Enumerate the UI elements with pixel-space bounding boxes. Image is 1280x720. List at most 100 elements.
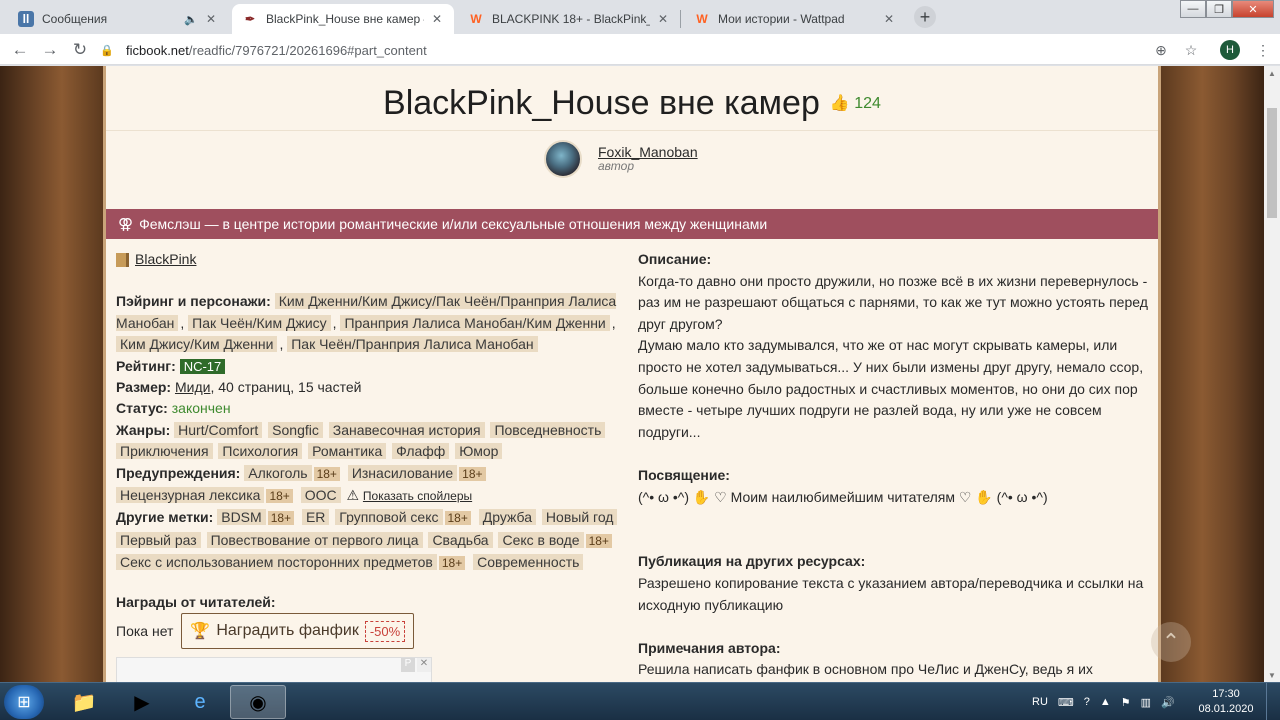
pairing-tag[interactable]: Ким Джису/Ким Дженни	[116, 336, 278, 353]
direction-text: Фемслэш — в центре истории романтические…	[139, 216, 768, 232]
discount-badge: -50%	[364, 620, 406, 642]
meta-tag[interactable]: Первый раз	[116, 531, 201, 548]
warning-tag[interactable]: Алкоголь	[244, 464, 312, 481]
menu-kebab-icon[interactable]: ⋮	[1252, 39, 1274, 61]
genre-tag[interactable]: Занавесочная история	[328, 421, 485, 438]
rating-label: Рейтинг:	[116, 357, 176, 374]
fic-title: BlackPink_House вне камер	[383, 84, 820, 122]
chrome-taskbar-icon[interactable]: ◉	[230, 685, 286, 719]
close-icon[interactable]: ✕	[882, 12, 896, 26]
address-bar[interactable]: 🔒 ficbook.net/readfic/7976721/20261696#p…	[100, 37, 1210, 63]
likes-counter[interactable]: 👍 124	[830, 95, 881, 112]
genre-tag[interactable]: Романтика	[308, 443, 387, 460]
maximize-button[interactable]: ❐	[1206, 0, 1232, 18]
close-icon[interactable]: ✕	[204, 12, 218, 26]
close-icon[interactable]: ✕	[430, 12, 444, 26]
scroll-to-top-icon[interactable]: ⌃	[1151, 622, 1191, 662]
awards-row: Пока нет 🏆 Наградить фанфик -50%	[116, 613, 415, 649]
meta-tag[interactable]: ER	[301, 509, 330, 526]
size-link[interactable]: Миди	[175, 379, 210, 395]
fandom-link[interactable]: BlackPink	[135, 249, 196, 270]
tags-label: Другие метки:	[116, 509, 214, 526]
page-viewport: BlackPink_House вне камер 👍 124 Foxik_Man…	[0, 66, 1264, 682]
warning-tag[interactable]: Изнасилование	[347, 464, 458, 481]
tab-ficbook[interactable]: ✒ BlackPink_House вне камер — ф ✕	[232, 4, 454, 34]
ie-taskbar-icon[interactable]: e	[172, 685, 228, 719]
femslash-icon: ⚢	[118, 216, 134, 233]
meta-tag[interactable]: BDSM	[217, 509, 266, 526]
meta-tag[interactable]: Новый год	[541, 509, 618, 526]
pairing-tag[interactable]: Пак Чеён/Пранприя Лалиса Манобан	[287, 336, 538, 353]
windows-logo-icon: ⊞	[17, 694, 31, 711]
start-button[interactable]: ⊞	[4, 685, 44, 719]
profile-avatar[interactable]: H	[1220, 40, 1240, 60]
scroll-up-arrow-icon[interactable]: ▲	[1264, 66, 1280, 80]
warning-tag[interactable]: Нецензурная лексика	[116, 487, 265, 504]
scroll-down-arrow-icon[interactable]: ▼	[1264, 668, 1280, 682]
show-spoilers-link[interactable]: Показать спойлеры	[363, 489, 472, 503]
warning-tag[interactable]: ООС	[300, 487, 341, 504]
genre-tag[interactable]: Hurt/Comfort	[174, 421, 263, 438]
meta-tag[interactable]: Современность	[473, 554, 584, 571]
fic-description: Описание: Когда-то давно они просто друж…	[638, 249, 1150, 681]
author-block: Foxik_Manoban автор	[544, 140, 698, 178]
help-icon[interactable]: ?	[1084, 696, 1090, 708]
genre-tag[interactable]: Юмор	[455, 443, 503, 460]
ad-banner[interactable]: P ✕	[116, 657, 432, 682]
rating-badge[interactable]: NC-17	[179, 358, 226, 374]
speaker-icon[interactable]: 🔈	[184, 13, 198, 26]
genre-tag[interactable]: Флафф	[392, 443, 450, 460]
scrollbar-thumb[interactable]	[1267, 108, 1277, 218]
close-icon[interactable]: ✕	[656, 12, 670, 26]
meta-tag[interactable]: Свадьба	[428, 531, 493, 548]
genre-tag[interactable]: Повседневность	[490, 421, 606, 438]
author-avatar[interactable]	[544, 140, 582, 178]
genre-tag[interactable]: Приключения	[116, 443, 213, 460]
meta-tag[interactable]: Секс в воде	[498, 531, 584, 548]
pairing-tag[interactable]: Пак Чеён/Ким Джису	[188, 314, 331, 331]
meta-tag[interactable]: Дружба	[478, 509, 537, 526]
tab-wattpad-blackpink[interactable]: W BLACKPINK 18+ - BlackPink_Hou ✕	[458, 4, 680, 34]
volume-icon[interactable]: 🔊	[1161, 696, 1175, 709]
age-badge: 18+	[459, 466, 486, 481]
ad-info-icon[interactable]: P	[401, 658, 415, 672]
wood-border-left	[0, 66, 103, 682]
warning-triangle-icon: ⚠	[346, 487, 360, 504]
add-shortcut-icon[interactable]: ⊕	[1150, 39, 1172, 61]
network-icon[interactable]: ▥	[1141, 696, 1151, 709]
genre-tag[interactable]: Songfic	[268, 421, 323, 438]
new-tab-button[interactable]: +	[914, 6, 936, 28]
explorer-taskbar-icon[interactable]: 📁	[56, 685, 112, 719]
tab-wattpad-stories[interactable]: W Мои истории - Wattpad ✕	[684, 4, 906, 34]
meta-tag[interactable]: Повествование от первого лица	[206, 531, 423, 548]
show-hidden-icons-icon[interactable]: ▲	[1100, 696, 1111, 708]
wood-border-right	[1161, 66, 1264, 682]
fic-meta: BlackPink Пэйринг и персонажи: Ким Дженн…	[116, 249, 622, 575]
clock[interactable]: 17:30 08.01.2020	[1196, 687, 1256, 717]
tab-messages[interactable]: ll Сообщения 🔈 ✕	[8, 4, 228, 34]
close-window-button[interactable]: ✕	[1232, 0, 1274, 18]
keyboard-icon[interactable]: ⌨	[1058, 696, 1074, 709]
award-fic-button[interactable]: 🏆 Наградить фанфик -50%	[181, 613, 415, 649]
direction-banner: ⚢ Фемслэш — в центре истории романтическ…	[106, 209, 1158, 239]
size-row: Размер: Миди, 40 страниц, 15 частей	[116, 377, 622, 398]
minimize-button[interactable]: —	[1180, 0, 1206, 18]
author-name-link[interactable]: Foxik_Manoban	[598, 145, 698, 159]
media-player-taskbar-icon[interactable]: ▶	[114, 685, 170, 719]
back-icon[interactable]: ←	[8, 38, 32, 62]
page-scrollbar[interactable]: ▲ ▼	[1264, 66, 1280, 682]
bookmark-star-icon[interactable]: ☆	[1180, 39, 1202, 61]
pairing-tag[interactable]: Пранприя Лалиса Манобан/Ким Дженни	[340, 314, 610, 331]
flag-icon[interactable]: ⚑	[1121, 696, 1131, 709]
genre-tag[interactable]: Психология	[218, 443, 303, 460]
show-desktop-button[interactable]	[1266, 683, 1280, 720]
ad-close-icon[interactable]: ✕	[417, 658, 431, 672]
language-indicator[interactable]: RU	[1032, 696, 1048, 708]
meta-tag[interactable]: Секс с использованием посторонних предме…	[116, 554, 437, 571]
meta-tag[interactable]: Групповой секс	[335, 509, 443, 526]
wattpad-icon: W	[696, 12, 708, 26]
awards-label: Награды от читателей:	[116, 594, 276, 610]
forward-icon[interactable]: →	[38, 38, 62, 62]
publication-label: Публикация на других ресурсах:	[638, 553, 866, 570]
reload-icon[interactable]: ↻	[68, 38, 92, 62]
